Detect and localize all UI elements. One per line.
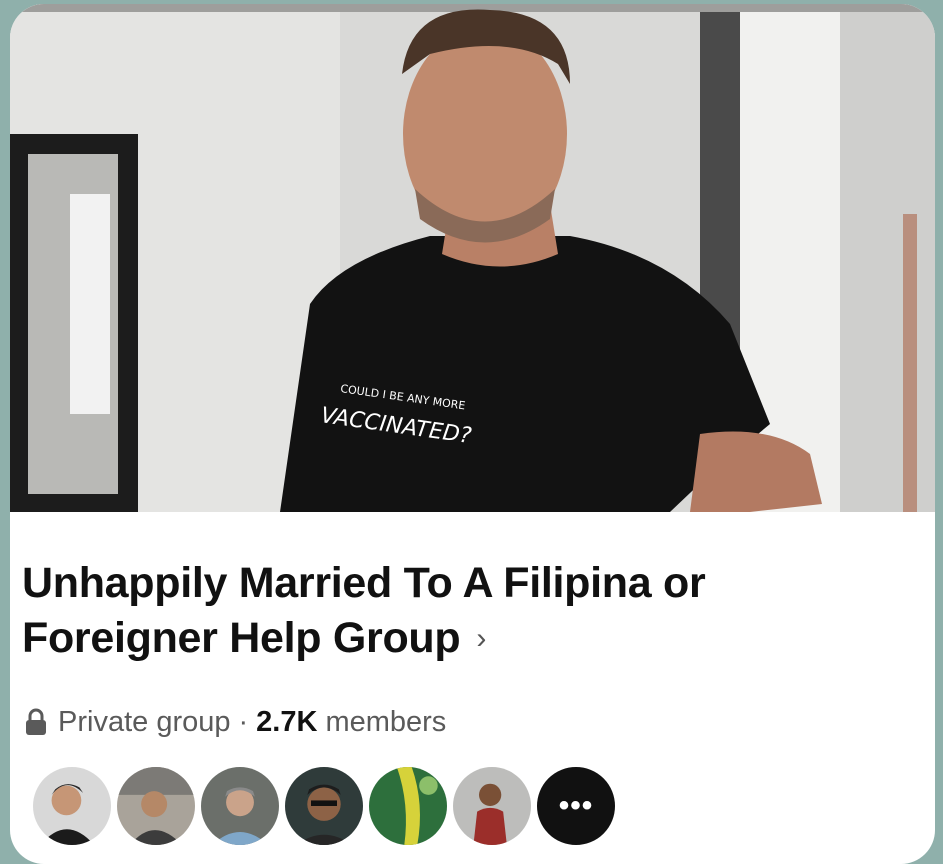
member-avatar-photo xyxy=(285,767,363,845)
member-avatar[interactable] xyxy=(366,764,450,848)
member-avatar-photo xyxy=(33,767,111,845)
chevron-right-icon: › xyxy=(476,622,487,655)
group-title[interactable]: Unhappily Married To A Filipina or Forei… xyxy=(22,556,902,666)
more-dots-icon: ••• xyxy=(558,789,594,822)
cover-photo-illustration: COULD I BE ANY MORE VACCINATED? xyxy=(10,4,935,512)
lock-icon xyxy=(26,708,46,735)
member-avatar[interactable] xyxy=(282,764,366,848)
member-avatar-photo xyxy=(453,767,531,845)
privacy-label: Private group xyxy=(58,705,231,738)
more-members-button[interactable]: ••• xyxy=(534,764,618,848)
member-avatar[interactable] xyxy=(114,764,198,848)
member-avatar-photo xyxy=(201,767,279,845)
member-avatar[interactable] xyxy=(30,764,114,848)
group-meta: Private group · 2.7K members xyxy=(24,702,446,742)
member-avatar[interactable] xyxy=(198,764,282,848)
member-avatar-photo xyxy=(117,767,195,845)
group-card: COULD I BE ANY MORE VACCINATED? Unhappil… xyxy=(10,4,935,864)
member-avatar-photo xyxy=(369,767,447,845)
member-count: 2.7K xyxy=(256,705,318,738)
member-avatar[interactable] xyxy=(450,764,534,848)
group-title-text: Unhappily Married To A Filipina or Forei… xyxy=(22,559,706,662)
meta-separator: · xyxy=(238,705,249,738)
group-cover-photo[interactable]: COULD I BE ANY MORE VACCINATED? xyxy=(10,4,935,512)
members-label: members xyxy=(325,705,447,738)
